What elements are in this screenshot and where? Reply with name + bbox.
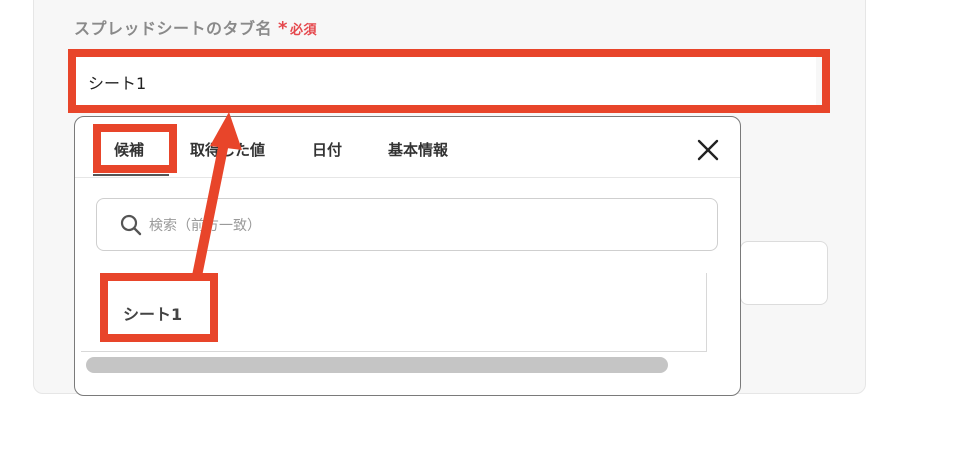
field-label: スプレッドシートのタブ名 * 必須 [74, 15, 317, 39]
active-tab-underline [93, 174, 169, 176]
tab-date[interactable]: 日付 [312, 139, 342, 160]
sheet-tab-name-input[interactable]: シート1 [76, 56, 816, 106]
popup-tabs: 候補 取得した値 日付 基本情報 [75, 117, 740, 178]
required-text: 必須 [289, 23, 317, 38]
field-label-text: スプレッドシートのタブ名 [74, 19, 273, 38]
close-icon[interactable] [695, 137, 721, 163]
search-placeholder: 検索（前方一致） [149, 218, 261, 234]
suggestion-popup: 候補 取得した値 日付 基本情報 検索（前方一致） シート1 [74, 116, 741, 396]
background-input-field[interactable] [740, 241, 828, 305]
input-value: シート1 [88, 74, 147, 93]
tab-candidates[interactable]: 候補 [114, 139, 144, 160]
tab-retrieved-values[interactable]: 取得した値 [190, 139, 265, 160]
tab-basic-info[interactable]: 基本情報 [388, 139, 448, 160]
list-item-sheet1[interactable]: シート1 [123, 301, 182, 325]
search-input[interactable]: 検索（前方一致） [96, 198, 718, 251]
suggestion-list: シート1 [81, 273, 707, 352]
required-star: * [278, 18, 288, 39]
horizontal-scrollbar[interactable] [86, 357, 668, 373]
search-icon [120, 214, 142, 236]
